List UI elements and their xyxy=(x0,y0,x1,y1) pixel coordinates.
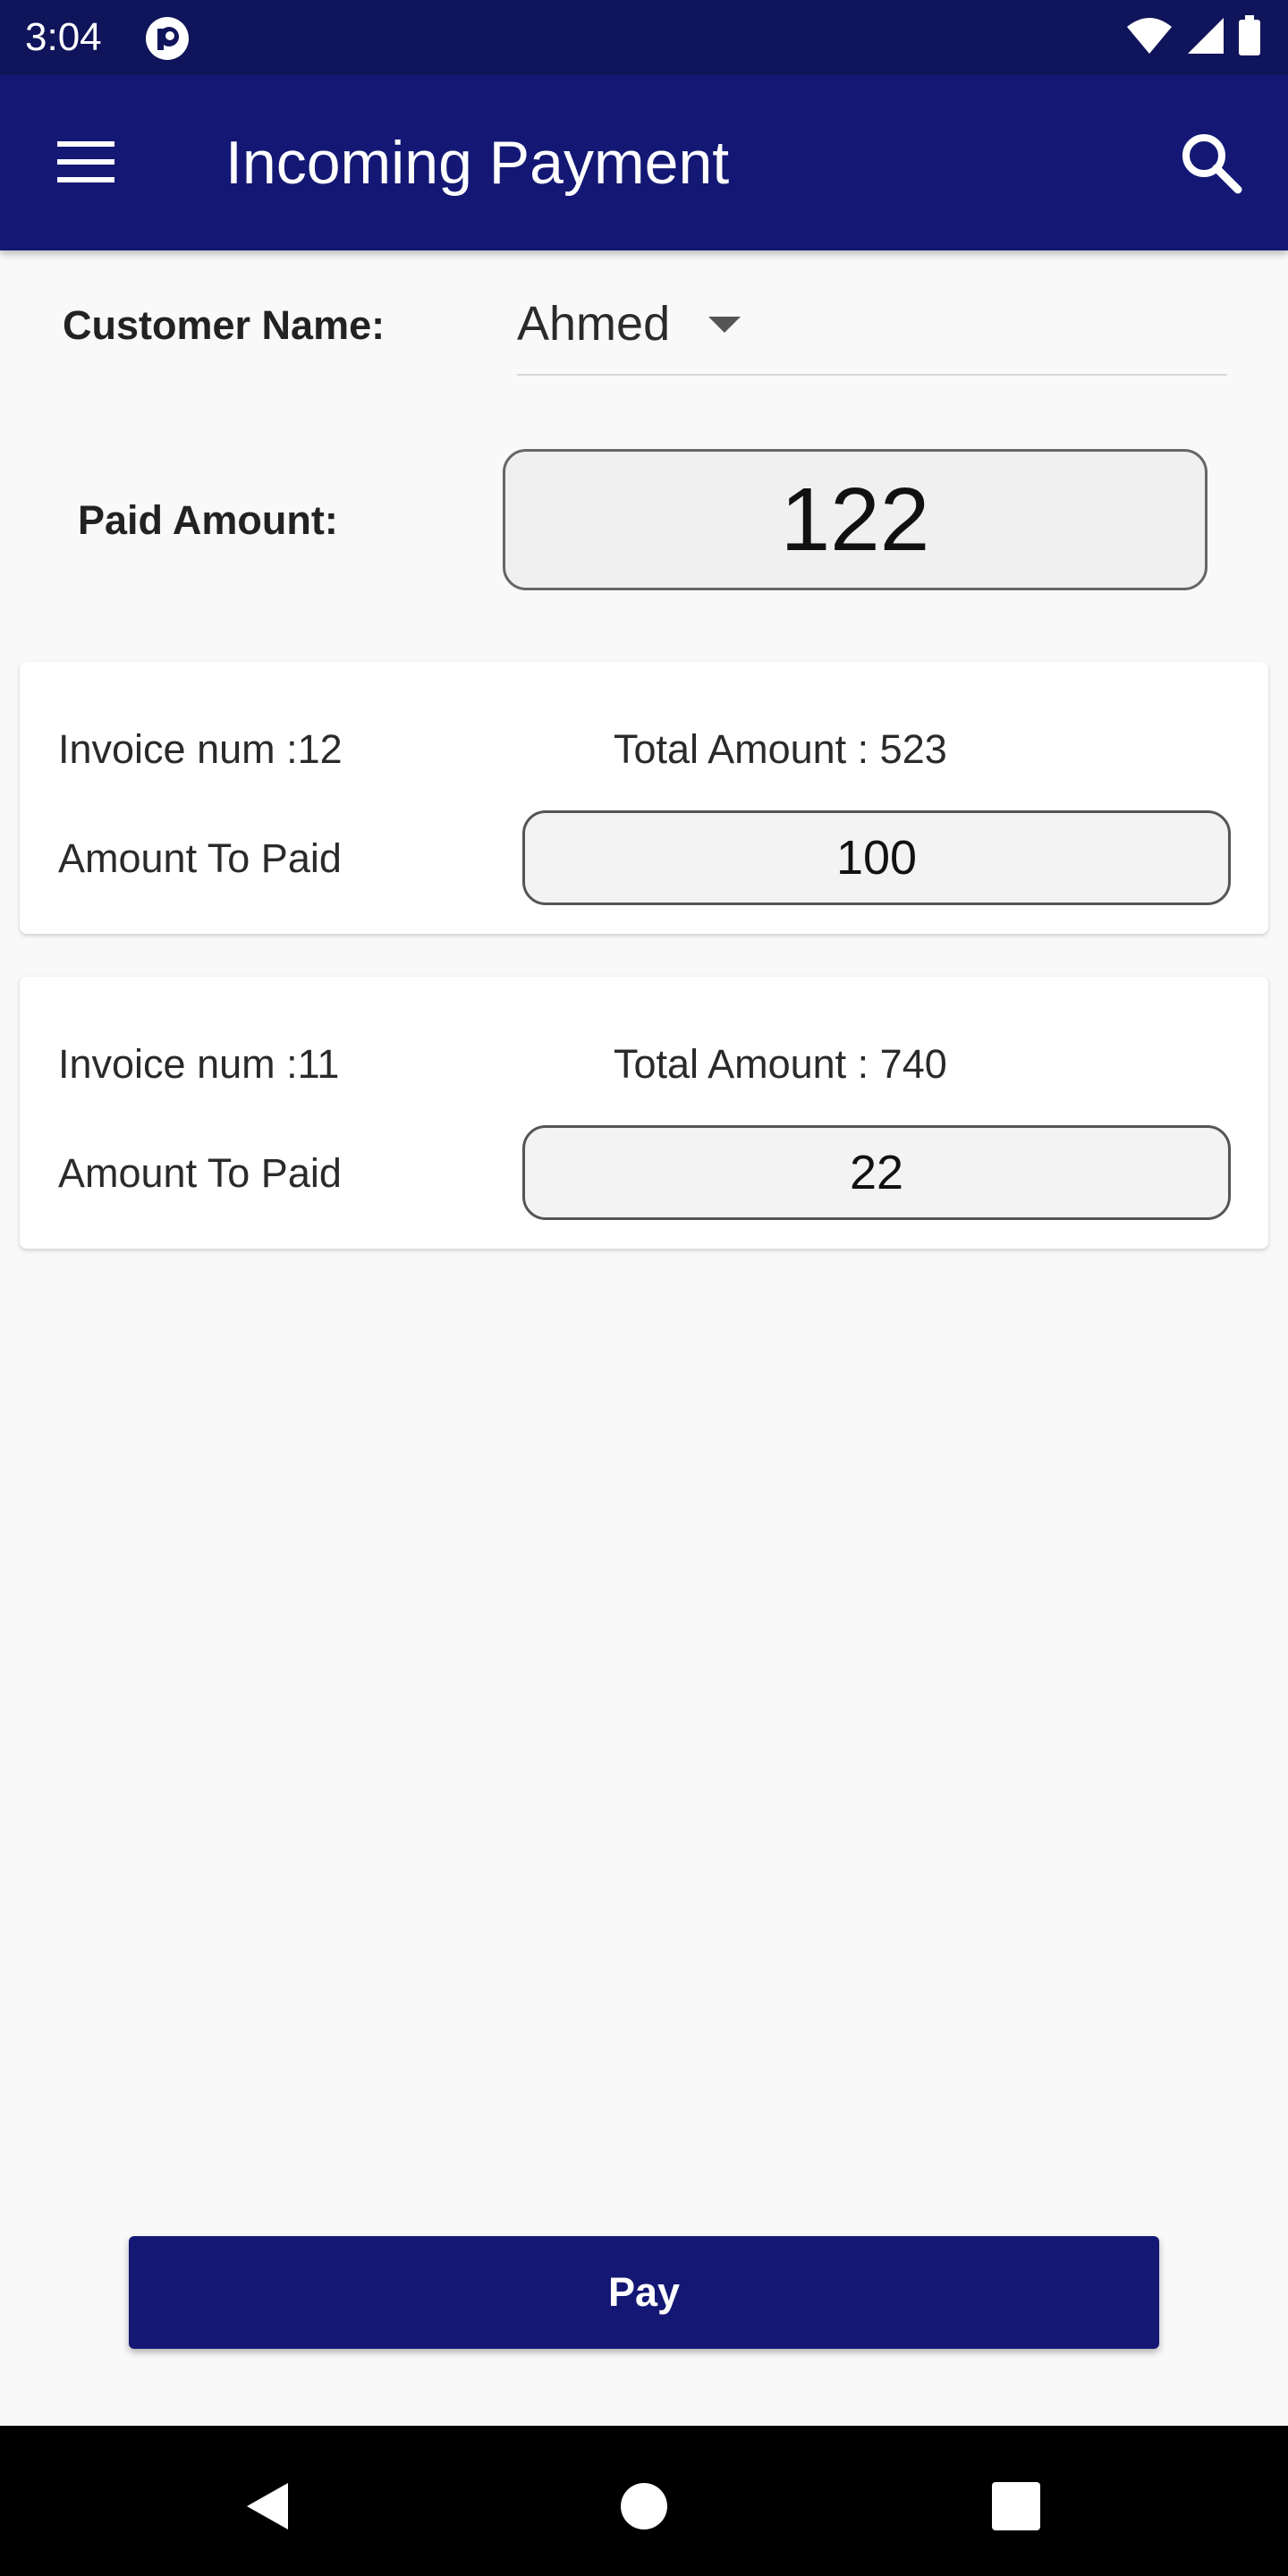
customer-name-dropdown[interactable]: Ahmed xyxy=(517,290,1227,376)
app-bar: Incoming Payment xyxy=(0,75,1288,250)
invoice-total-amount: Total Amount : 740 xyxy=(614,1041,947,1087)
pay-button[interactable]: Pay xyxy=(129,2236,1159,2349)
invoice-card: Invoice num :11 Total Amount : 740 Amoun… xyxy=(20,977,1268,1249)
amount-to-paid-input[interactable]: 100 xyxy=(522,810,1231,905)
invoice-total-amount: Total Amount : 523 xyxy=(614,726,947,772)
back-icon[interactable] xyxy=(234,2470,306,2542)
home-icon[interactable] xyxy=(608,2470,680,2542)
dropdown-arrow-icon xyxy=(708,317,741,333)
pocket-casts-icon xyxy=(145,16,190,61)
battery-icon xyxy=(1238,14,1261,61)
cellular-signal-icon xyxy=(1186,16,1225,60)
recents-icon[interactable] xyxy=(980,2470,1052,2542)
invoice-card: Invoice num :12 Total Amount : 523 Amoun… xyxy=(20,662,1268,934)
amount-to-paid-label: Amount To Paid xyxy=(58,835,342,881)
invoice-number: Invoice num :11 xyxy=(58,1041,340,1087)
invoice-number: Invoice num :12 xyxy=(58,726,343,772)
status-bar: 3:04 xyxy=(0,0,1288,75)
wifi-icon xyxy=(1125,16,1174,60)
amount-to-paid-input[interactable]: 22 xyxy=(522,1125,1231,1220)
status-time: 3:04 xyxy=(25,15,102,59)
system-navigation-bar xyxy=(0,2426,1288,2576)
paid-amount-label: Paid Amount: xyxy=(78,497,338,543)
paid-amount-input[interactable]: 122 xyxy=(503,449,1208,590)
customer-name-value: Ahmed xyxy=(517,297,671,351)
page-title: Incoming Payment xyxy=(225,129,730,197)
customer-name-label: Customer Name: xyxy=(63,302,386,348)
hamburger-menu-icon[interactable] xyxy=(52,134,123,191)
search-icon[interactable] xyxy=(1175,127,1247,199)
status-icons xyxy=(1125,14,1261,61)
amount-to-paid-label: Amount To Paid xyxy=(58,1150,342,1196)
